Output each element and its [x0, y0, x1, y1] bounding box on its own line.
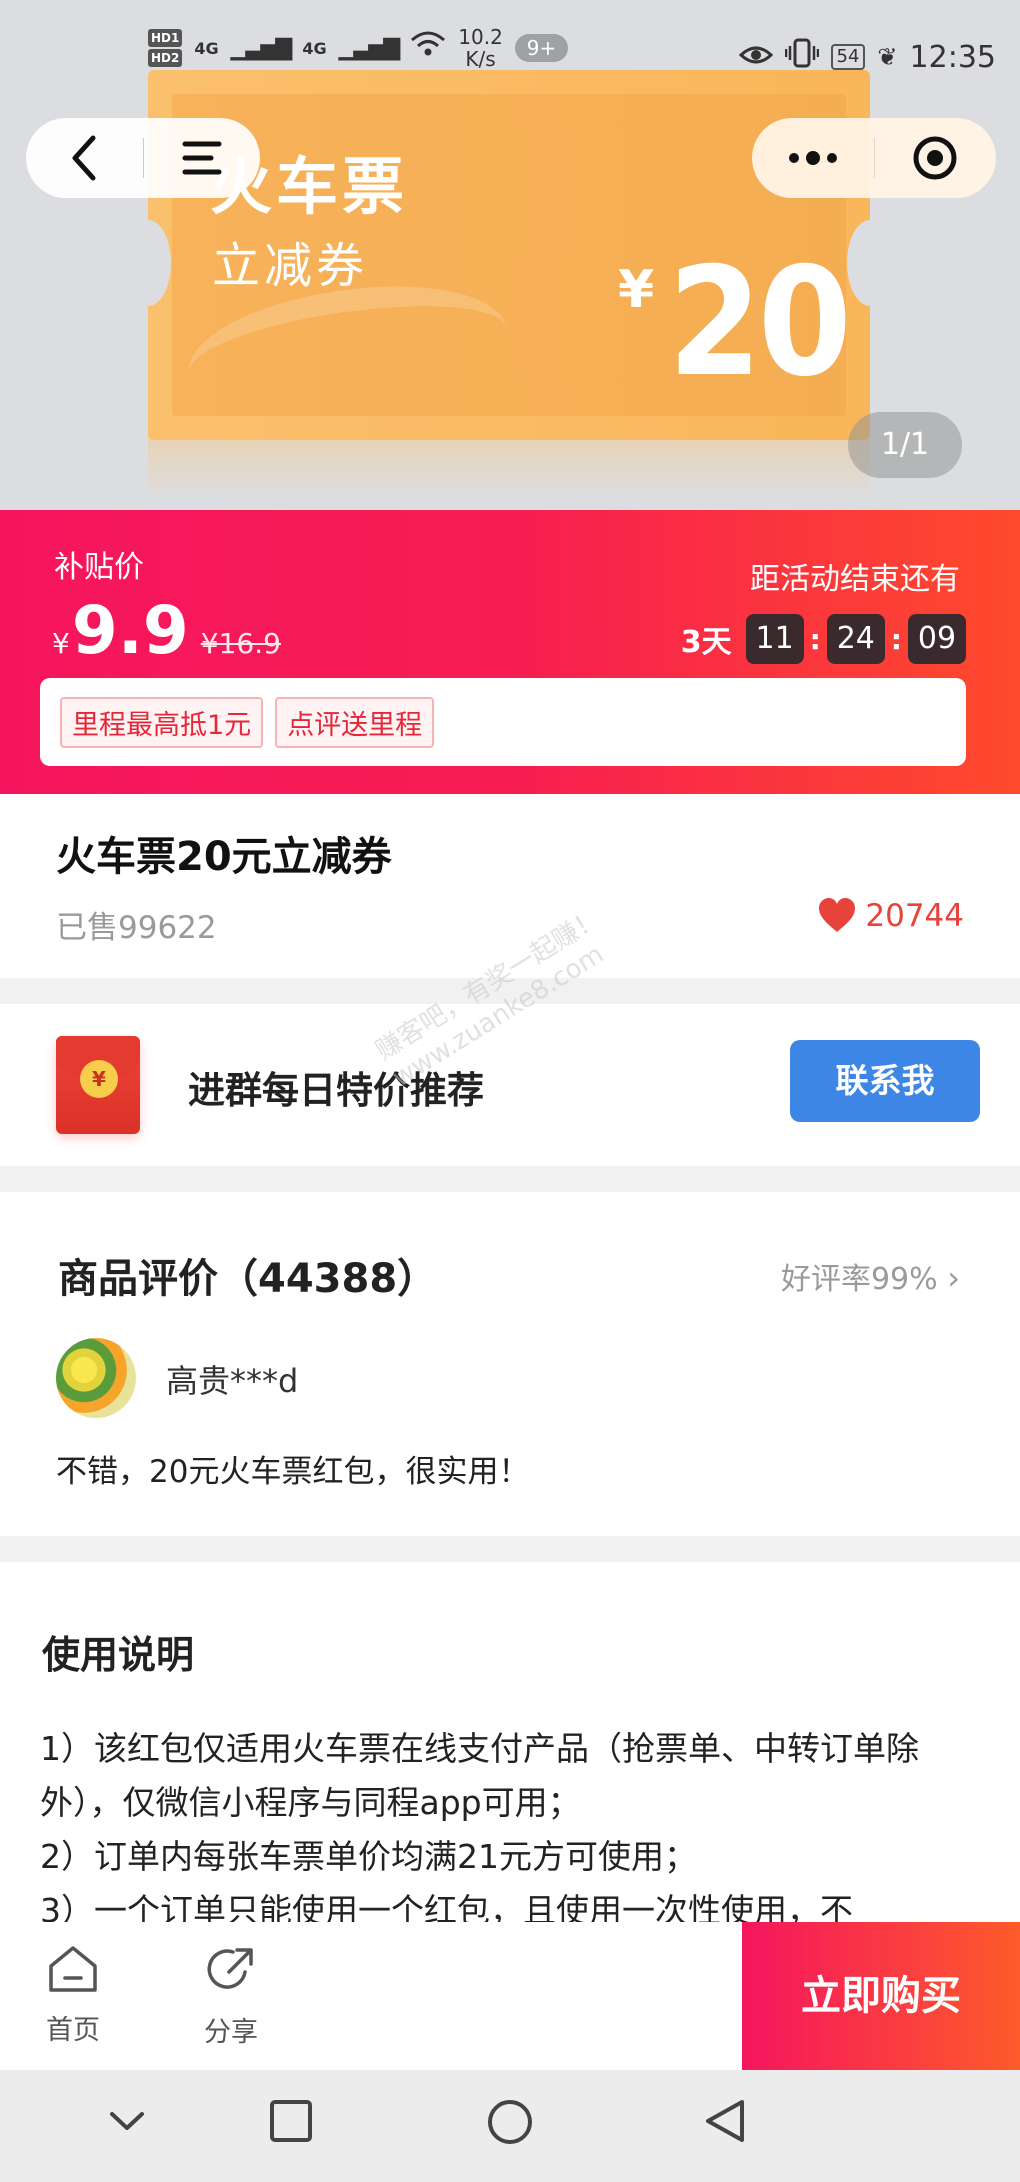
promo-tag-review-mileage: 点评送里程 [275, 696, 435, 748]
countdown-colon: : [890, 622, 902, 656]
usage-line: 3）一个订单只能使用一个红包，且使用一次性使用，不 [40, 1891, 853, 1922]
avatar [56, 1338, 136, 1418]
product-title: 火车票20元立减券 [56, 834, 392, 880]
countdown-minutes: 24 [826, 614, 885, 664]
more-dots-icon [788, 151, 837, 165]
countdown-label: 距活动结束还有 [750, 562, 960, 597]
ticket-subtitle: 立减券 [212, 238, 369, 294]
reviews-section: 商品评价（44388） 好评率99% › 高贵***d 不错，20元火车票红包，… [0, 1192, 1020, 1536]
review-text: 不错，20元火车票红包，很实用！ [56, 1454, 530, 1490]
home-icon [49, 1946, 97, 1992]
usage-instructions: 使用说明 1）该红包仅适用火车票在线支付产品（抢票单、中转订单除外），仅微信小程… [0, 1562, 1020, 1922]
speed-value: 10.2 [458, 25, 503, 49]
positive-rate: 好评率99% [780, 1262, 938, 1297]
currency-symbol: ¥ [52, 627, 70, 660]
clock: 12:35 [909, 39, 996, 75]
countdown-timer: 3天 11 : 24 : 09 [681, 614, 966, 664]
usage-line: 2）订单内每张车票单价均满21元方可使用； [40, 1837, 697, 1876]
triangle-back-icon [706, 2100, 744, 2142]
ticket-currency: ¥ [618, 260, 655, 320]
nav-capsule-left [26, 118, 260, 198]
collapse-nav-button[interactable] [104, 2098, 150, 2148]
network-1-label: 4G [194, 38, 219, 58]
status-bar: HD1 HD2 4G ▁▃▅▇ 4G ▁▃▅▇ 10.2 K/s 9+ 54 ❦… [0, 20, 1020, 100]
sold-count: 已售99622 [56, 910, 217, 946]
usage-title: 使用说明 [42, 1633, 195, 1677]
speed-unit: K/s [465, 47, 496, 71]
recent-apps-button[interactable] [268, 2098, 314, 2148]
favorite-button[interactable]: 20744 [817, 896, 964, 936]
home-label: 首页 [46, 2015, 100, 2046]
ticket-notch-left [148, 220, 171, 306]
menu-button[interactable] [144, 118, 261, 198]
countdown-seconds: 09 [908, 614, 966, 664]
menu-icon [182, 141, 222, 175]
price-banner: 补贴价 ¥ 9.9 ¥16.9 距活动结束还有 3天 11 : 24 : 09 … [0, 510, 1020, 794]
notification-badge: 9+ [514, 34, 569, 62]
reviews-title: 商品评价（44388） [58, 1256, 438, 1302]
leaf-icon: ❦ [877, 43, 898, 71]
usage-body: 1）该红包仅适用火车票在线支付产品（抢票单、中转订单除外），仅微信小程序与同程a… [40, 1722, 990, 1922]
share-icon [207, 1948, 253, 1989]
buy-now-button[interactable]: 立即购买 [742, 1922, 1020, 2070]
status-left: HD1 HD2 4G ▁▃▅▇ 4G ▁▃▅▇ 10.2 K/s 9+ [148, 26, 569, 70]
hd2-badge: HD2 [148, 49, 183, 67]
price-row: ¥ 9.9 ¥16.9 [52, 598, 281, 664]
square-icon [270, 2100, 312, 2142]
subsidy-label: 补贴价 [54, 550, 144, 585]
promo-tags: 里程最高抵1元 点评送里程 [40, 678, 966, 766]
more-button[interactable] [752, 118, 874, 198]
home-button[interactable]: 首页 [18, 1944, 128, 2047]
chevron-down-icon [110, 2112, 144, 2130]
heart-icon [819, 898, 856, 932]
bottom-action-bar: 首页 分享 立即购买 [0, 1922, 1020, 2070]
share-button[interactable]: 分享 [176, 1944, 286, 2049]
network-2-label: 4G [302, 38, 327, 58]
home-nav-button[interactable] [486, 2098, 534, 2150]
chevron-left-icon [72, 135, 96, 181]
circle-icon [488, 2100, 532, 2144]
countdown-colon: : [809, 622, 821, 656]
usage-line: 1）该红包仅适用火车票在线支付产品（抢票单、中转订单除外），仅微信小程序与同程a… [40, 1729, 919, 1822]
original-price: ¥16.9 [200, 627, 281, 660]
chevron-right-icon: › [947, 1259, 960, 1297]
promo-tag-mileage-deduct: 里程最高抵1元 [60, 696, 264, 748]
group-promo-card: ¥ 进群每日特价推荐 联系我 [0, 1004, 1020, 1166]
vibrate-icon [784, 38, 819, 76]
carousel-pager: 1/1 [848, 412, 962, 478]
hd1-badge: HD1 [148, 29, 183, 47]
ticket-amount: 20 [668, 236, 852, 410]
contact-me-button[interactable]: 联系我 [790, 1040, 980, 1122]
nav-capsule-right [752, 118, 996, 198]
back-nav-button[interactable] [702, 2098, 748, 2148]
reviewer-name: 高贵***d [166, 1362, 299, 1400]
red-packet-icon: ¥ [56, 1036, 140, 1134]
close-miniprogram-button[interactable] [875, 118, 997, 198]
countdown-days: 3天 [680, 625, 732, 660]
target-circle-icon [913, 136, 957, 180]
signal-2-icon: ▁▃▅▇ [338, 35, 401, 61]
status-right: 54 ❦ 12:35 [738, 38, 996, 76]
page: 火车票 立减券 ¥ 20 1/1 HD1 HD2 4G ▁▃▅▇ 4G ▁▃▅▇… [0, 0, 1020, 2182]
wifi-icon [410, 30, 446, 66]
eye-icon [738, 40, 773, 75]
network-speed: 10.2 K/s [458, 26, 503, 70]
back-button[interactable] [26, 118, 143, 198]
share-label: 分享 [204, 2017, 258, 2048]
red-packet-coin: ¥ [80, 1060, 118, 1098]
ticket-notch-right [847, 220, 870, 306]
current-price: 9.9 [71, 592, 189, 669]
product-info: 火车票20元立减券 已售99622 20744 [0, 794, 1020, 978]
hd-indicators: HD1 HD2 [148, 29, 183, 67]
system-navigation-bar [0, 2070, 1020, 2182]
favorite-count: 20744 [865, 898, 964, 934]
signal-1-icon: ▁▃▅▇ [230, 35, 293, 61]
positive-rate-link[interactable]: 好评率99% › [781, 1254, 960, 1298]
countdown-hours: 11 [745, 614, 804, 664]
battery-indicator: 54 [830, 44, 866, 70]
